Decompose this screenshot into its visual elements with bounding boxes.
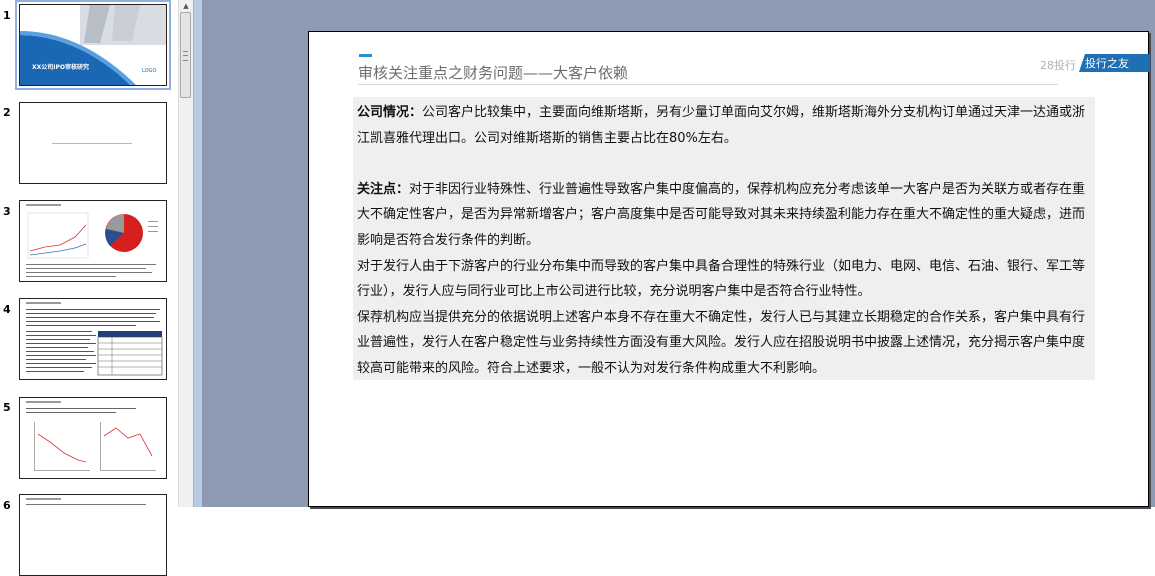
thumbnail-preview: [26, 498, 146, 505]
company-label: 公司情况：: [357, 105, 423, 120]
slide-thumbnail-6[interactable]: [19, 494, 167, 576]
content-textbox[interactable]: 公司情况：公司客户比较集中，主要面向维斯塔斯，另有少量订单面向艾尔姆，维斯塔斯海…: [357, 100, 1097, 382]
thumbnail-chart-preview: [26, 401, 156, 471]
slide-number: 6: [3, 499, 11, 512]
scroll-grip-icon: [183, 51, 188, 61]
slide-thumbnail-5[interactable]: [19, 397, 167, 479]
slide-thumbnail-1[interactable]: XX公司IPO审核研究 LOGO: [15, 0, 171, 90]
brand-number: 28投行: [1040, 59, 1076, 72]
company-paragraph: 公司情况：公司客户比较集中，主要面向维斯塔斯，另有少量订单面向艾尔姆，维斯塔斯海…: [357, 100, 1097, 151]
slide-thumbnail-4[interactable]: [19, 298, 167, 380]
slide-number: 1: [3, 9, 11, 22]
thumbnail-table-preview: [26, 302, 163, 376]
slide-number: 3: [3, 205, 11, 218]
slide-thumbnail-panel: 1 XX公司IPO审核研究 LOGO 2 3 4 5 6: [0, 0, 178, 576]
scroll-up-arrow-icon[interactable]: ▲: [180, 0, 192, 12]
thumbnail-scrollbar[interactable]: ▲: [178, 0, 193, 507]
title-divider: [358, 84, 1058, 85]
sponsor-paragraph: 保荐机构应当提供充分的依据说明上述客户本身不存在重大不确定性，发行人已与其建立长…: [357, 309, 1086, 376]
focus-paragraph: 关注点：对于非因行业特殊性、行业普遍性导致客户集中度偏高的，保荐机构应充分考虑该…: [357, 177, 1097, 254]
thumbnail-title: XX公司IPO审核研究: [32, 64, 89, 71]
brand-tag: 投行之友: [1079, 54, 1150, 72]
title-accent-bar: [359, 54, 372, 57]
focus-text: 对于非因行业特殊性、行业普遍性导致客户集中度偏高的，保荐机构应充分考虑该单一大客…: [357, 181, 1086, 248]
thumbnail-text-line: [52, 143, 132, 144]
slide-thumbnail-2[interactable]: [19, 102, 167, 184]
thumbnail-chart-preview: [26, 204, 158, 277]
slide-canvas[interactable]: 审核关注重点之财务问题——大客户依赖 28投行 投行之友 公司情况：公司客户比较…: [308, 31, 1150, 507]
slide-number: 4: [3, 303, 11, 316]
industry-paragraph: 对于发行人由于下游客户的行业分布集中而导致的客户集中具备合理性的特殊行业（如电力…: [357, 258, 1086, 300]
thumbnail-logo: LOGO: [142, 68, 157, 74]
focus-label: 关注点：: [357, 181, 410, 197]
company-text: 公司客户比较集中，主要面向维斯塔斯，另有少量订单面向艾尔姆，维斯塔斯海外分支机构…: [357, 105, 1086, 146]
slide-number: 5: [3, 401, 11, 414]
slide-thumbnail-3[interactable]: [19, 200, 167, 282]
slide-title[interactable]: 审核关注重点之财务问题——大客户依赖: [358, 62, 628, 83]
pane-splitter[interactable]: [193, 0, 202, 507]
scrollbar-thumb[interactable]: [180, 12, 191, 98]
slide-number: 2: [3, 106, 11, 119]
